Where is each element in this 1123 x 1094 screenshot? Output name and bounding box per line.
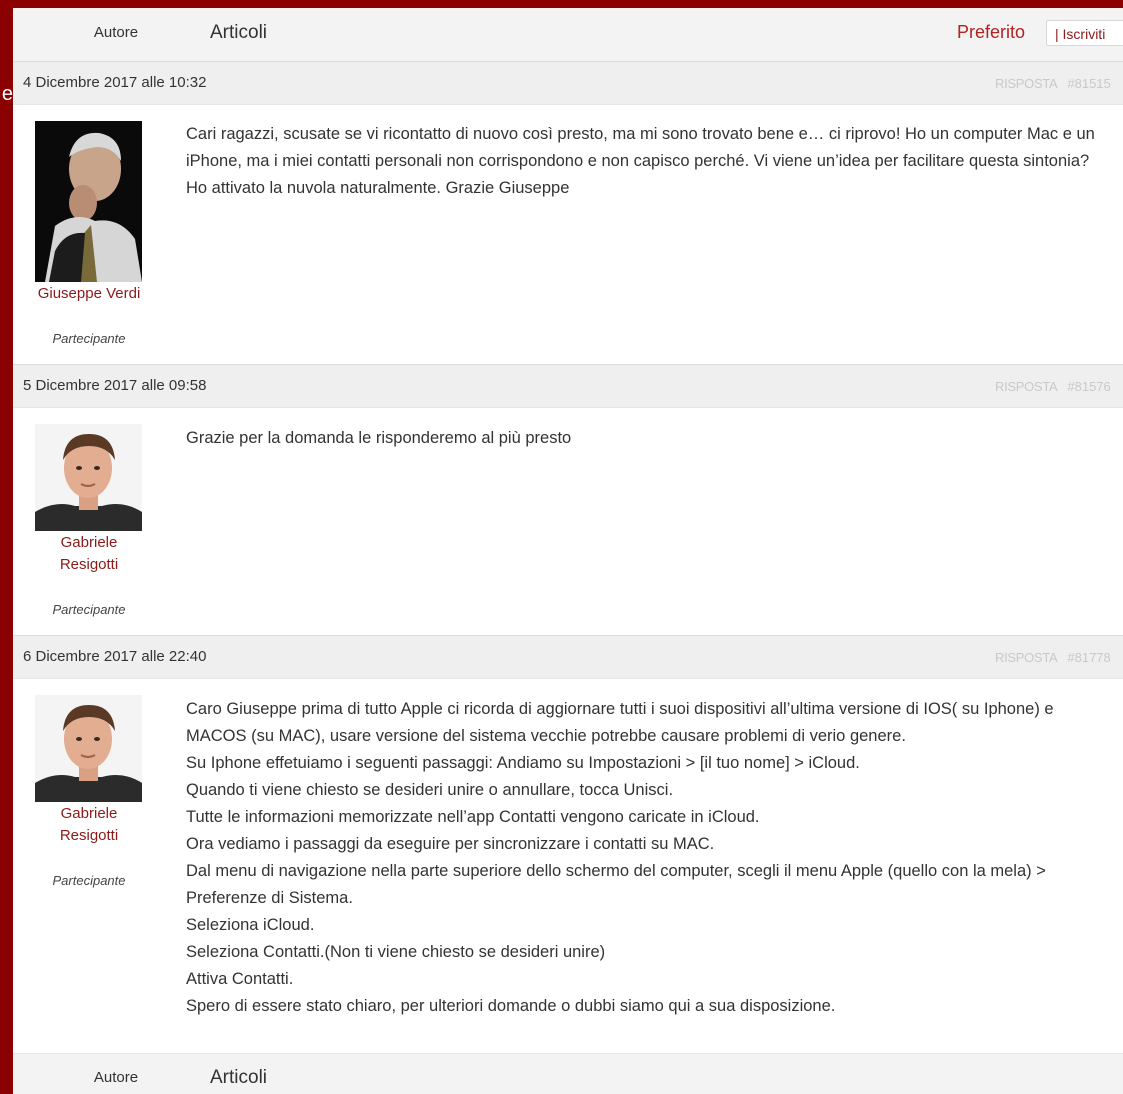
post-content: Caro Giuseppe prima di tutto Apple ci ri… [186,696,1106,1020]
post-header: 5 Dicembre 2017 alle 09:58 RISPOSTA #8157… [13,364,1123,408]
post-paragraph: Attiva Contatti. [186,970,294,988]
post-paragraph: Quando ti viene chiesto se desideri unir… [186,781,674,799]
author-name[interactable]: Giuseppe Verdi [25,283,153,305]
post-paragraph: Cari ragazzi, scusate se vi ricontatto d… [186,125,1095,197]
articles-column-header: Articoli [210,22,268,43]
post-paragraph: Grazie per la domanda le risponderemo al… [186,429,572,447]
author-name[interactable]: Gabriele Resigotti [25,532,153,576]
post-paragraph: Tutte le informazioni memorizzate nell’a… [186,808,760,826]
favorite-link[interactable]: Preferito [957,22,1025,43]
author-last-name: Resigotti [59,827,119,844]
topic-footer: Autore Articoli [13,1053,1123,1094]
reply-link[interactable]: RISPOSTA [995,76,1058,91]
post-permalink[interactable]: #81778 [1067,650,1110,665]
post-paragraph: Ora vediamo i passaggi da eseguire per s… [186,835,715,853]
post-date: 5 Dicembre 2017 alle 09:58 [23,377,207,394]
post-permalink[interactable]: #81515 [1067,76,1110,91]
post-paragraph: Seleziona iCloud. [186,916,315,934]
post-content: Cari ragazzi, scusate se vi ricontatto d… [186,121,1106,202]
post-paragraph: Su Iphone effetuiamo i seguenti passaggi… [186,754,860,772]
post-paragraph: Seleziona Contatti.(Non ti viene chiesto… [186,943,606,961]
author-role: Partecipante [52,602,126,617]
avatar[interactable] [35,121,142,282]
post-date: 4 Dicembre 2017 alle 10:32 [23,74,207,91]
author-name[interactable]: Gabriele Resigotti [25,803,153,847]
post-content: Grazie per la domanda le risponderemo al… [186,425,1106,452]
author-column-footer: Autore [93,1069,139,1086]
edge-glyph: e [1,84,13,104]
post-paragraph: Dal menu di navigazione nella parte supe… [186,862,1046,907]
avatar-portrait-icon [35,695,142,802]
post-meta: RISPOSTA #81515 [995,76,1111,91]
author-column-header: Autore [93,24,139,41]
articles-column-footer: Articoli [210,1067,268,1088]
reply-link[interactable]: RISPOSTA [995,650,1058,665]
post-permalink[interactable]: #81576 [1067,379,1110,394]
forum-topic: Autore Articoli Preferito | Iscriviti 4 … [13,8,1123,1094]
author-role: Partecipante [52,331,126,346]
author-last-name: Resigotti [59,556,119,573]
avatar[interactable] [35,424,142,531]
subscribe-button[interactable]: | Iscriviti [1046,20,1123,46]
post-header: 4 Dicembre 2017 alle 10:32 RISPOSTA #8151… [13,61,1123,105]
topic-header: Autore Articoli Preferito | Iscriviti [13,8,1123,62]
post-date: 6 Dicembre 2017 alle 22:40 [23,648,207,665]
post-meta: RISPOSTA #81576 [995,379,1111,394]
avatar-portrait-icon [35,424,142,531]
post-header: 6 Dicembre 2017 alle 22:40 RISPOSTA #8177… [13,635,1123,679]
avatar-portrait-icon [35,121,142,282]
author-first-name: Gabriele [60,534,118,551]
avatar[interactable] [35,695,142,802]
post-meta: RISPOSTA #81778 [995,650,1111,665]
reply-link[interactable]: RISPOSTA [995,379,1058,394]
post-paragraph: Caro Giuseppe prima di tutto Apple ci ri… [186,700,1054,745]
author-role: Partecipante [52,873,126,888]
author-first-name: Gabriele [60,805,118,822]
post-paragraph: Spero di essere stato chiaro, per ulteri… [186,997,836,1015]
